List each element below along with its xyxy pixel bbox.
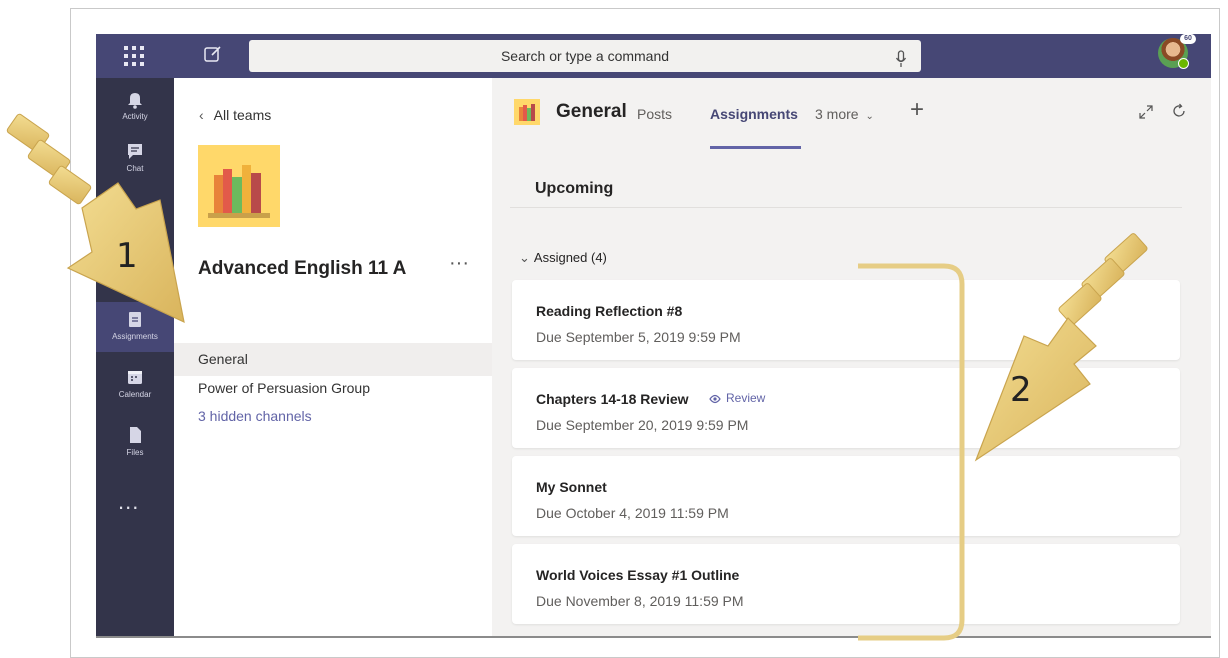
- assignment-due: Due September 5, 2019 9:59 PM: [536, 329, 741, 345]
- team-more-options-icon[interactable]: ···: [449, 252, 469, 275]
- chevron-down-icon: ⌄: [519, 250, 530, 265]
- channel-content: General Posts Assignments 3 more ⌄ + Upc…: [492, 78, 1211, 636]
- assigned-group-toggle[interactable]: ⌄ Assigned (4): [519, 250, 607, 266]
- channel-header: General Posts Assignments 3 more ⌄ +: [492, 78, 1211, 158]
- channel-item-general[interactable]: General: [174, 343, 492, 376]
- tab-more-label: 3 more: [815, 106, 859, 122]
- chat-icon: [124, 140, 146, 162]
- chevron-down-icon: ⌄: [865, 111, 874, 122]
- channel-label: General: [198, 351, 248, 367]
- rail-item-calendar[interactable]: Calendar: [96, 360, 174, 410]
- rail-label: Calendar: [118, 390, 152, 399]
- tab-assignments[interactable]: Assignments: [710, 106, 798, 122]
- section-title: Upcoming: [535, 180, 614, 197]
- review-label: Review: [726, 391, 766, 405]
- channel-label: Power of Persuasion Group: [198, 380, 370, 396]
- rail-label: Assignments: [112, 332, 158, 341]
- review-icon: [709, 394, 721, 404]
- assignment-due: Due November 8, 2019 11:59 PM: [536, 593, 744, 609]
- calendar-icon: [124, 366, 146, 388]
- assignment-card[interactable]: World Voices Essay #1 Outline Due Novemb…: [512, 544, 1180, 624]
- presence-indicator: [1178, 58, 1189, 69]
- channel-label: 3 hidden channels: [198, 408, 312, 424]
- team-name: Advanced English 11 A: [198, 258, 407, 279]
- arrow-1-dash: [6, 113, 50, 153]
- channel-title: General: [556, 101, 627, 122]
- compose-icon[interactable]: [203, 44, 223, 64]
- chevron-left-icon: ‹: [199, 107, 204, 123]
- rail-item-assignments[interactable]: Assignments: [96, 302, 174, 352]
- notification-badge: 60: [1180, 34, 1196, 44]
- rail-item-chat[interactable]: Chat: [96, 134, 174, 184]
- rail-item-activity[interactable]: Activity: [96, 82, 174, 132]
- back-to-teams-link[interactable]: ‹ All teams: [199, 107, 271, 123]
- app-rail: Activity Chat Assignments Calendar Files: [96, 78, 174, 636]
- assignment-title: Chapters 14-18 Review: [536, 391, 689, 407]
- more-apps-icon[interactable]: ...: [118, 489, 139, 515]
- microphone-icon[interactable]: [895, 47, 907, 67]
- rail-label: Chat: [126, 164, 144, 173]
- assigned-group-label: Assigned (4): [533, 250, 607, 265]
- assignment-card[interactable]: Reading Reflection #8 Due September 5, 2…: [512, 280, 1180, 360]
- section-divider: [510, 207, 1182, 208]
- assignment-title: My Sonnet: [536, 479, 607, 495]
- rail-label: Activity: [122, 112, 148, 121]
- rail-item-files[interactable]: Files: [96, 418, 174, 468]
- assignment-card[interactable]: Chapters 14-18 Review Review Due Septemb…: [512, 368, 1180, 448]
- add-tab-button[interactable]: +: [910, 96, 924, 124]
- active-tab-indicator: [710, 146, 801, 149]
- assignment-title: Reading Reflection #8: [536, 303, 683, 319]
- files-icon: [124, 424, 146, 446]
- search-input[interactable]: Search or type a command: [249, 40, 921, 72]
- assignment-due: Due September 20, 2019 9:59 PM: [536, 417, 749, 433]
- assignments-icon: [124, 308, 146, 330]
- expand-icon[interactable]: [1138, 104, 1154, 120]
- assignment-due: Due October 4, 2019 11:59 PM: [536, 505, 729, 521]
- assignment-card[interactable]: My Sonnet Due October 4, 2019 11:59 PM: [512, 456, 1180, 536]
- hidden-channels-link[interactable]: 3 hidden channels: [174, 406, 492, 439]
- teams-window: Search or type a command 60 Activity Cha…: [96, 34, 1211, 638]
- refresh-icon[interactable]: [1171, 103, 1187, 119]
- team-panel: ‹ All teams Advanced English 11 A ··· Gen…: [174, 78, 492, 636]
- channel-item-power-of-persuasion[interactable]: Power of Persuasion Group: [174, 376, 492, 409]
- top-bar: Search or type a command 60: [96, 34, 1211, 78]
- assignment-title: World Voices Essay #1 Outline: [536, 567, 740, 583]
- search-placeholder: Search or type a command: [500, 48, 670, 64]
- review-badge: Review: [708, 391, 765, 405]
- back-label: All teams: [213, 107, 272, 123]
- app-launcher-icon[interactable]: [122, 44, 146, 68]
- callout-number-2: 2: [1010, 370, 1032, 410]
- rail-label: Files: [126, 448, 144, 457]
- channel-team-icon: [514, 99, 540, 125]
- team-icon: [198, 145, 280, 227]
- tab-more[interactable]: 3 more ⌄: [815, 106, 874, 122]
- bell-icon: [124, 88, 146, 110]
- tab-posts[interactable]: Posts: [637, 106, 672, 122]
- callout-number-1: 1: [116, 236, 138, 276]
- arrow-1-dash: [27, 139, 71, 179]
- user-avatar[interactable]: 60: [1158, 34, 1196, 69]
